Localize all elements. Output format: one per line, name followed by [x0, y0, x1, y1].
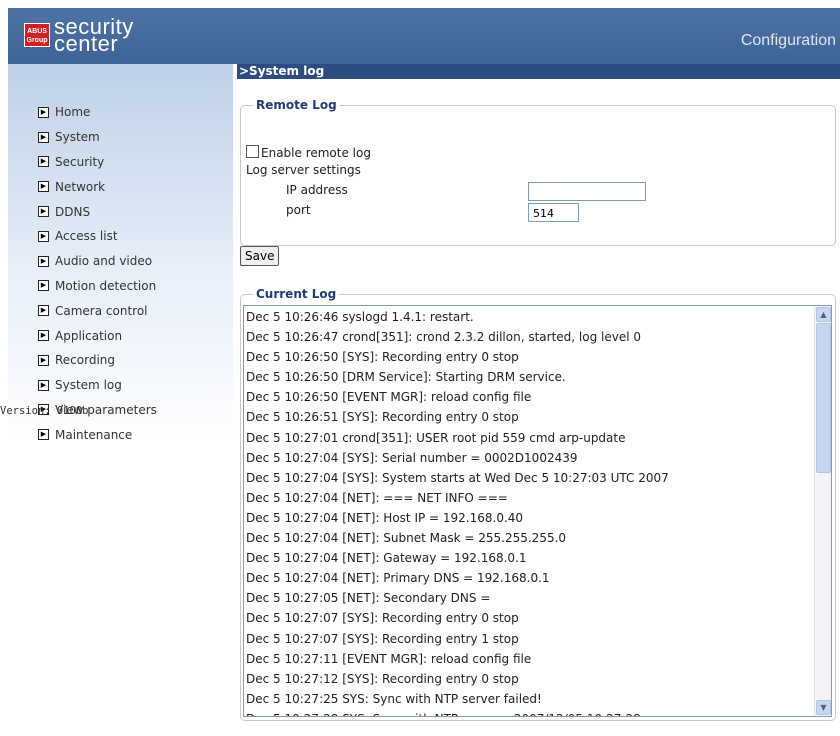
- sidebar-item-network[interactable]: ▶ Network: [38, 174, 157, 199]
- sidebar-item-label: Motion detection: [55, 278, 157, 293]
- ip-address-input[interactable]: [528, 182, 646, 201]
- chevron-down-icon[interactable]: ▼: [816, 700, 831, 715]
- log-line: Dec 5 10:27:04 [NET]: Gateway = 192.168.…: [246, 551, 527, 566]
- abus-logo-badge: ABUS Group: [24, 23, 50, 47]
- chevron-up-icon[interactable]: ▲: [816, 307, 831, 322]
- enable-remote-log-row: Enable remote log: [246, 145, 371, 160]
- logo-badge-line1: ABUS: [27, 28, 47, 35]
- log-line: Dec 5 10:26:50 [SYS]: Recording entry 0 …: [246, 350, 519, 365]
- sidebar-item-security[interactable]: ▶ Security: [38, 150, 157, 175]
- log-line: Dec 5 10:27:04 [NET]: Primary DNS = 192.…: [246, 571, 550, 586]
- sidebar: ▶ Home ▶ System ▶ Security ▶ Network ▶ DDNS ▶…: [8, 64, 233, 736]
- arrow-right-icon: ▶: [38, 379, 49, 391]
- log-line: Dec 5 10:27:25 SYS: Sync with NTP server…: [246, 691, 542, 706]
- current-log-legend: Current Log: [256, 287, 337, 301]
- arrow-right-icon: ▶: [38, 156, 49, 168]
- port-label: port: [286, 203, 311, 217]
- version-text: Version: 0100b: [0, 405, 89, 417]
- log-line: Dec 5 10:27:12 [SYS]: Recording entry 0 …: [246, 671, 519, 686]
- sidebar-item-application[interactable]: ▶ Application: [38, 323, 157, 348]
- log-line: Dec 5 10:27:04 [NET]: Host IP = 192.168.…: [246, 510, 524, 525]
- sidebar-item-home[interactable]: ▶ Home: [38, 100, 157, 125]
- sidebar-item-label: Home: [55, 105, 91, 120]
- sidebar-item-camera-control[interactable]: ▶ Camera control: [38, 298, 157, 323]
- log-line: Dec 5 10:26:51 [SYS]: Recording entry 0 …: [246, 410, 519, 425]
- ip-address-label: IP address: [286, 183, 348, 197]
- arrow-right-icon: ▶: [38, 181, 49, 193]
- sidebar-item-label: System: [55, 130, 100, 145]
- arrow-right-icon: ▶: [38, 131, 49, 143]
- remote-log-legend: Remote Log: [256, 98, 337, 112]
- log-lines: Dec 5 10:26:46 syslogd 1.4.1: restart. D…: [246, 307, 669, 716]
- logo-text: security center: [54, 16, 134, 55]
- arrow-right-icon: ▶: [38, 206, 49, 218]
- sidebar-item-ddns[interactable]: ▶ DDNS: [38, 199, 157, 224]
- sidebar-item-system-log[interactable]: ▶ System log: [38, 373, 157, 398]
- log-line: Dec 5 10:26:46 syslogd 1.4.1: restart.: [246, 310, 474, 324]
- log-line: Dec 5 10:27:05 [NET]: Secondary DNS =: [246, 591, 491, 606]
- enable-remote-log-checkbox[interactable]: [246, 145, 259, 158]
- log-line: Dec 5 10:27:04 [SYS]: Serial number = 00…: [246, 450, 578, 465]
- abus-logo: ABUS Group security center: [24, 16, 134, 55]
- log-server-settings-label: Log server settings: [246, 163, 361, 177]
- log-scrollbar[interactable]: ▲ ▼: [814, 306, 831, 716]
- sidebar-item-label: Maintenance: [55, 427, 133, 442]
- arrow-right-icon: ▶: [38, 330, 49, 342]
- header-banner: ABUS Group security center Configuration: [8, 8, 840, 64]
- logo-badge-line2: Group: [26, 37, 48, 44]
- sidebar-item-maintenance[interactable]: ▶ Maintenance: [38, 422, 157, 447]
- arrow-right-icon: ▶: [38, 305, 49, 317]
- log-line: Dec 5 10:27:04 [SYS]: System starts at W…: [246, 470, 669, 485]
- sidebar-item-label: Recording: [55, 353, 116, 368]
- save-button[interactable]: Save: [240, 246, 280, 266]
- sidebar-nav: ▶ Home ▶ System ▶ Security ▶ Network ▶ DDNS ▶…: [38, 100, 157, 447]
- sidebar-item-label: Security: [55, 154, 105, 169]
- log-line: Dec 5 10:26:50 [EVENT MGR]: reload confi…: [246, 390, 532, 405]
- sidebar-item-label: Audio and video: [55, 254, 153, 269]
- sidebar-item-motion-detection[interactable]: ▶ Motion detection: [38, 274, 157, 299]
- sidebar-item-system[interactable]: ▶ System: [38, 125, 157, 150]
- log-line: Dec 5 10:27:04 [NET]: Subnet Mask = 255.…: [246, 531, 567, 546]
- arrow-right-icon: ▶: [38, 354, 49, 366]
- log-line: Dec 5 10:26:50 [DRM Service]: Starting D…: [246, 370, 566, 385]
- scrollbar-thumb[interactable]: [816, 323, 831, 473]
- arrow-right-icon: ▶: [38, 255, 49, 267]
- arrow-right-icon: ▶: [38, 429, 49, 441]
- log-line: Dec 5 10:27:01 crond[351]: USER root pid…: [246, 430, 626, 445]
- sidebar-item-label: Network: [55, 179, 106, 194]
- arrow-right-icon: ▶: [38, 106, 49, 118]
- sidebar-item-audio-video[interactable]: ▶ Audio and video: [38, 249, 157, 274]
- sidebar-item-label: Camera control: [55, 303, 148, 318]
- sidebar-item-recording[interactable]: ▶ Recording: [38, 348, 157, 373]
- arrow-right-icon: ▶: [38, 230, 49, 242]
- sidebar-item-label: DDNS: [55, 204, 91, 219]
- log-line: Dec 5 10:27:07 [SYS]: Recording entry 1 …: [246, 631, 519, 646]
- log-line: Dec 5 10:27:07 [SYS]: Recording entry 0 …: [246, 611, 519, 626]
- page-title: >System log: [237, 64, 840, 79]
- log-line: Dec 5 10:27:04 [NET]: === NET INFO ===: [246, 490, 508, 505]
- sidebar-item-label: Application: [55, 328, 123, 343]
- arrow-right-icon: ▶: [38, 280, 49, 292]
- log-line: Dec 5 10:27:11 [EVENT MGR]: reload confi…: [246, 651, 532, 666]
- sidebar-item-label: Access list: [55, 229, 118, 244]
- port-input[interactable]: 514: [528, 203, 579, 222]
- enable-remote-log-label: Enable remote log: [261, 146, 371, 160]
- log-line: Dec 5 10:26:47 crond[351]: crond 2.3.2 d…: [246, 330, 642, 345]
- log-line: Dec 5 10:27:28 SYS: Sync with NTP server…: [246, 709, 669, 716]
- header-title: Configuration: [740, 32, 836, 49]
- sidebar-item-access-list[interactable]: ▶ Access list: [38, 224, 157, 249]
- current-log-textarea[interactable]: Dec 5 10:26:46 syslogd 1.4.1: restart. D…: [243, 305, 832, 717]
- sidebar-item-label: System log: [55, 378, 122, 393]
